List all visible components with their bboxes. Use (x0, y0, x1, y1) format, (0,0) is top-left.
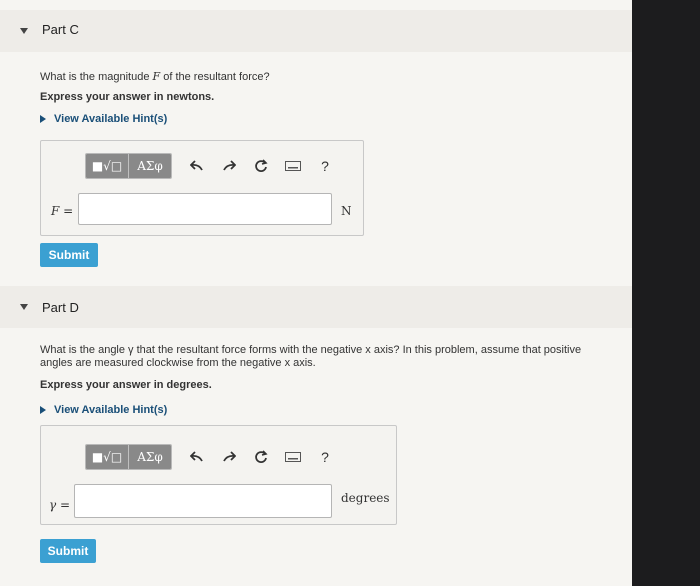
part-d-hint-link[interactable]: View Available Hint(s) (40, 404, 167, 416)
part-d-header[interactable]: Part D (0, 286, 632, 328)
templates-button[interactable]: ■√□ (86, 154, 129, 178)
gamma-variable-label: γ = (49, 498, 71, 512)
keyboard-icon[interactable] (282, 155, 304, 177)
question-line-2: angles are measured clockwise from the n… (40, 357, 316, 369)
redo-icon[interactable] (218, 446, 240, 468)
hint-label: View Available Hint(s) (54, 113, 168, 125)
collapse-caret-icon[interactable] (20, 304, 28, 310)
part-c-submit-button[interactable]: Submit (40, 243, 98, 267)
question-line-1: What is the angle γ that the resultant f… (40, 344, 582, 356)
question-variable: F (152, 70, 161, 83)
template-button-group: ■√□ ΑΣφ (85, 444, 172, 470)
part-d-answer-box: ■√□ ΑΣφ ? γ = degrees (40, 425, 397, 525)
help-icon[interactable]: ? (314, 446, 336, 468)
redo-icon[interactable] (218, 155, 240, 177)
expand-triangle-icon (40, 406, 46, 414)
help-icon[interactable]: ? (314, 155, 336, 177)
template-button-group: ■√□ ΑΣφ (85, 153, 172, 179)
part-c-header[interactable]: Part C (0, 10, 632, 52)
templates-button[interactable]: ■√□ (86, 445, 129, 469)
part-c-hint-link[interactable]: View Available Hint(s) (40, 113, 167, 125)
keyboard-icon[interactable] (282, 446, 304, 468)
part-c-title: Part C (42, 22, 79, 37)
part-d-title: Part D (42, 300, 79, 315)
question-text: What is the magnitude (40, 71, 153, 83)
part-d-question: What is the angle γ that the resultant f… (40, 344, 600, 370)
reset-icon[interactable] (250, 155, 272, 177)
collapse-caret-icon[interactable] (20, 28, 28, 34)
undo-icon[interactable] (186, 155, 208, 177)
part-d-submit-button[interactable]: Submit (40, 539, 96, 563)
part-c-express: Express your answer in newtons. (40, 91, 215, 103)
problem-page: Part C What is the magnitude F of the re… (0, 0, 632, 586)
greek-symbols-button[interactable]: ΑΣφ (129, 445, 171, 469)
math-toolbar: ■√□ ΑΣφ ? (85, 153, 336, 179)
part-d-express: Express your answer in degrees. (40, 379, 212, 391)
gamma-answer-input[interactable] (74, 484, 332, 518)
dark-background-edge (632, 0, 700, 586)
part-c-answer-box: ■√□ ΑΣφ ? F = N (40, 140, 364, 236)
undo-icon[interactable] (186, 446, 208, 468)
part-c-question: What is the magnitude F of the resultant… (40, 70, 270, 83)
f-answer-input[interactable] (78, 193, 332, 225)
greek-symbols-button[interactable]: ΑΣφ (129, 154, 171, 178)
unit-label: N (341, 204, 352, 218)
reset-icon[interactable] (250, 446, 272, 468)
hint-label: View Available Hint(s) (54, 404, 168, 416)
question-text-end: of the resultant force? (160, 71, 270, 83)
math-toolbar: ■√□ ΑΣφ ? (85, 444, 336, 470)
expand-triangle-icon (40, 115, 46, 123)
f-variable-label: F = (51, 204, 74, 218)
unit-label: degrees (341, 491, 390, 505)
